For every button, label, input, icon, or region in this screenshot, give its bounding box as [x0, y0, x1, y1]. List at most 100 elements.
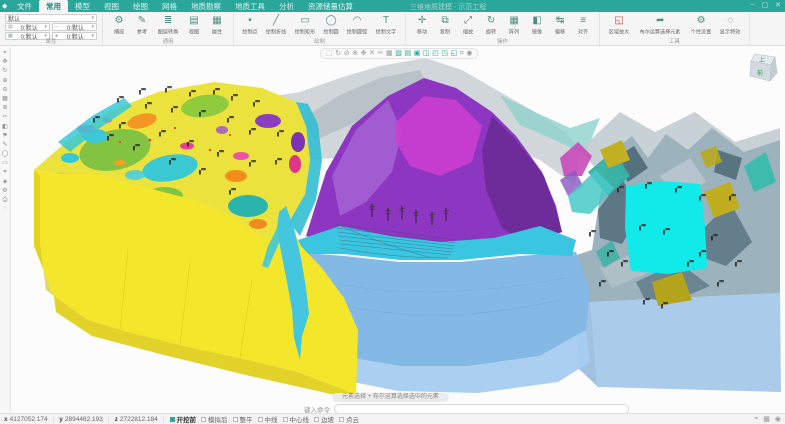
mirror-button[interactable]: ◧镜像 [526, 14, 548, 36]
corner-tl-icon[interactable]: ◰ [432, 50, 439, 57]
wire-mode-icon[interactable]: ▤ [404, 50, 411, 57]
boolean-select-button[interactable]: ➦布尔运算选择元素 [634, 14, 686, 36]
tab-draw[interactable]: 绘图 [126, 0, 155, 12]
legend-axis-line[interactable]: 中心线 [283, 414, 310, 424]
personal-settings-button[interactable]: ⚙个性设置 [687, 14, 715, 36]
3d-viewport[interactable]: ⬚ ↻ ⊘ ⊕ ✥ ✕ ✂ ▦ ▧ ▤ ▣ ◫ ◰ ◳ ◱ ⌗ ◉ 上 前 元素… [11, 47, 785, 413]
undo-view-icon[interactable]: ↻ [335, 50, 341, 57]
draw-circle-button[interactable]: ◯绘制圆 [320, 14, 342, 36]
tab-file[interactable]: 文件 [10, 0, 39, 12]
print-icon[interactable]: ⎙ [3, 197, 8, 203]
view-cube[interactable]: 上 前 [747, 50, 783, 86]
layer-convert-button[interactable]: ≣图层转换 [154, 14, 182, 36]
rotate-button[interactable]: ↻旋转 [480, 14, 502, 36]
add-icon[interactable]: ⊕ [352, 50, 358, 57]
maximize-icon[interactable]: ▢ [762, 1, 769, 9]
help-icon[interactable]: ◌ [3, 206, 7, 212]
gem-icon[interactable]: ◈ [3, 179, 8, 185]
tab-common[interactable]: 常用 [39, 0, 68, 12]
tab-analysis[interactable]: 分析 [272, 0, 301, 12]
geological-model-canvas [11, 47, 785, 413]
draw-rect-button[interactable]: ▭绘制矩形 [291, 14, 319, 36]
flag-icon[interactable]: ⚑ [2, 133, 7, 139]
close-icon[interactable]: ✕ [775, 1, 781, 9]
legend-post-simulation[interactable]: 模拟后 [201, 414, 228, 424]
offset-button[interactable]: ↹偏移 [549, 14, 571, 36]
mesh-toggle-icon[interactable]: ⌗ [460, 50, 464, 57]
grid-icon[interactable]: ▦ [2, 96, 8, 102]
statusbar-right-tools: ⌖ ▦ ◉ [754, 415, 781, 423]
shade-mode-icon[interactable]: ▧ [395, 50, 402, 57]
edit-icon[interactable]: ✎ [2, 142, 7, 148]
orbit-icon[interactable]: ↻ [2, 68, 7, 74]
draw-point-button[interactable]: •绘制点 [239, 14, 261, 36]
draw-arc-button[interactable]: ◠绘制圆弧 [343, 14, 371, 36]
checkbox-icon[interactable] [233, 417, 238, 422]
split-view-icon[interactable]: ◫ [423, 50, 430, 57]
clear-icon[interactable]: ✕ [369, 50, 375, 57]
ribbon: 默认 ▾ ▤0:默认▾ ─0:默认▾ ▦0:默认▾ ●0:默认▾ 属性 ⚙捕捉 … [0, 12, 785, 46]
reference-button[interactable]: ✎参考 [131, 14, 153, 36]
layer-select[interactable]: ▤0:默认▾ [5, 23, 50, 31]
array-button[interactable]: ▦阵列 [503, 14, 525, 36]
crosshair-icon[interactable]: ⌖ [754, 415, 758, 423]
pan-icon[interactable]: ✥ [2, 59, 7, 65]
tab-view[interactable]: 视图 [97, 0, 126, 12]
draw-text-button[interactable]: T绘制文字 [372, 14, 400, 36]
checkbox-icon[interactable] [201, 417, 206, 422]
view-button[interactable]: ▤视图 [183, 14, 205, 36]
checkbox-icon[interactable] [314, 417, 319, 422]
properties-button[interactable]: ▦属性 [206, 14, 228, 36]
cut-icon[interactable]: ✂ [2, 114, 7, 120]
legend-slope[interactable]: 边坡 [314, 414, 334, 424]
linetype-select[interactable]: ─0:默认▾ [52, 23, 97, 31]
display-effects-button[interactable]: ◌显示特效 [716, 14, 744, 36]
legend-label: 中线 [265, 414, 278, 424]
disable-icon[interactable]: ⊘ [344, 50, 350, 57]
record-icon[interactable]: ◉ [775, 415, 781, 423]
tab-mesh[interactable]: 网格 [155, 0, 184, 12]
checkbox-icon[interactable] [258, 417, 263, 422]
checkbox-checked-icon[interactable] [170, 417, 175, 422]
corner-bl-icon[interactable]: ◱ [451, 50, 458, 57]
grid-view-icon[interactable]: ▦ [386, 50, 393, 57]
pan-icon[interactable]: ✥ [361, 50, 367, 57]
tab-geo-tools[interactable]: 地质工具 [228, 0, 272, 12]
zoom-out-icon[interactable]: ⊖ [2, 87, 7, 93]
select-box-icon[interactable]: ⬚ [326, 50, 333, 57]
checkbox-icon[interactable] [283, 417, 288, 422]
align-button[interactable]: ≡对齐 [572, 14, 594, 36]
tab-model[interactable]: 模型 [68, 0, 97, 12]
zoom-in-icon[interactable]: ⊕ [2, 78, 7, 84]
minimize-icon[interactable]: – [751, 1, 755, 9]
rect-tool-icon[interactable]: ▭ [2, 160, 8, 166]
point-icon: • [248, 14, 252, 27]
grid-toggle-icon[interactable]: ▦ [763, 415, 770, 423]
snap-button[interactable]: ⚙捕捉 [108, 14, 130, 36]
mesh-icon[interactable]: ⌗ [3, 169, 6, 175]
settings-icon[interactable]: ⚙ [2, 188, 7, 194]
button-label: 显示特效 [720, 28, 740, 36]
move-button[interactable]: ✛移动 [411, 14, 433, 36]
copy-button[interactable]: ⧉复制 [434, 14, 456, 36]
circle-tool-icon[interactable]: ◯ [2, 151, 9, 157]
corner-tr-icon[interactable]: ◳ [441, 50, 448, 57]
layers-icon[interactable]: ≣ [2, 105, 7, 111]
checkbox-icon[interactable] [339, 417, 344, 422]
mirror-icon[interactable]: ◧ [2, 124, 8, 130]
draw-polyline-button[interactable]: ╱绘制折线 [262, 14, 290, 36]
tab-resource-estimate[interactable]: 资源储量估算 [301, 0, 360, 12]
solid-mode-icon[interactable]: ▣ [414, 50, 421, 57]
command-input[interactable] [334, 404, 629, 413]
pointer-icon[interactable]: ⌖ [3, 50, 6, 56]
legend-centerline[interactable]: 中线 [258, 414, 278, 424]
cut-icon[interactable]: ✂ [378, 50, 384, 57]
legend-point-cloud[interactable]: 点云 [339, 414, 359, 424]
legend-pre-excavation[interactable]: 开挖前 [170, 414, 197, 424]
scale-button[interactable]: ⤢缩放 [457, 14, 479, 36]
zoom-region-button[interactable]: ◱区域放大 [605, 14, 633, 36]
style-main-select[interactable]: 默认 ▾ [5, 14, 97, 22]
target-icon[interactable]: ◉ [466, 50, 472, 57]
tab-geo-survey[interactable]: 地质勘察 [184, 0, 228, 12]
legend-leveling[interactable]: 整平 [233, 414, 253, 424]
